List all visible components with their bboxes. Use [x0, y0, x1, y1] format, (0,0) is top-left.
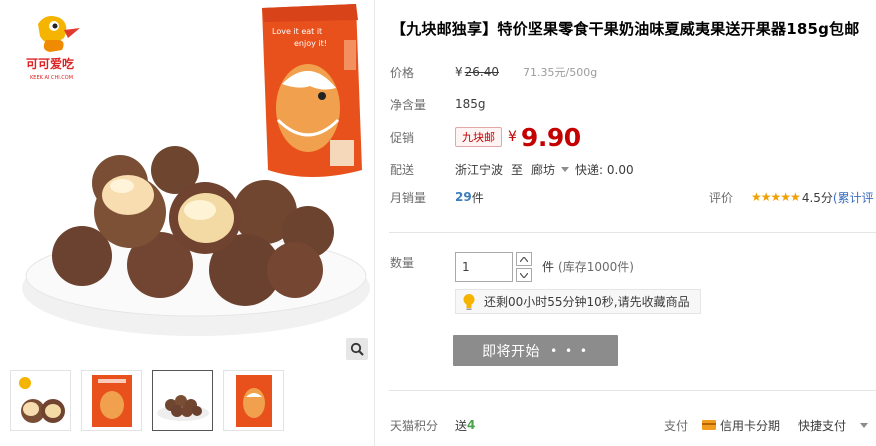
coming-soon-label: 即将开始 [482, 343, 541, 360]
promo-row: 促销 九块邮 ¥ 9.90 [390, 121, 876, 153]
zoom-icon[interactable] [346, 338, 368, 360]
thumbnail-strip [10, 370, 370, 446]
quantity-row: 数量 件 (库存1000件) [390, 252, 876, 282]
ship-to-select[interactable]: 廊坊 [531, 161, 575, 178]
shipping-fee: 快递: 0.00 [575, 162, 634, 177]
product-gallery: 可可爱吃 KEEK AI CHI.COM Love it eat it enjo… [0, 0, 374, 446]
quick-pay-option[interactable]: 快捷支付 [798, 417, 846, 434]
shipping-label: 配送 [390, 162, 415, 177]
countdown-reminder: 还剩00小时55分钟10秒,请先收藏商品 [455, 289, 701, 314]
thumbnail-1[interactable] [10, 370, 71, 431]
quantity-stepper [516, 252, 532, 282]
thumbnail-3[interactable] [152, 370, 213, 431]
monthly-sales-row: 月销量 29 件 评价 ★★★★★ 4.5分 (累计评 [390, 186, 876, 208]
shipping-row: 配送 浙江宁波 至 廊坊 快递: 0.00 [390, 158, 876, 180]
svg-text:可可爱吃: 可可爱吃 [26, 56, 74, 71]
ship-to-word: 至 [511, 162, 524, 177]
chevron-up-icon [520, 256, 528, 262]
price-row: 价格 ¥ 26.40 71.35元/500g [390, 61, 876, 83]
divider [389, 390, 876, 391]
stock-count: (库存1000件) [558, 260, 634, 274]
price-label: 价格 [390, 65, 415, 80]
rating-label: 评价 [709, 190, 734, 205]
main-product-image[interactable]: 可可爱吃 KEEK AI CHI.COM Love it eat it enjo… [10, 0, 370, 364]
product-details: 【九块邮独享】特价坚果零食干果奶油味夏威夷果送开果器185g包邮 价格 ¥ 26… [375, 0, 876, 446]
original-price: 26.40 [464, 65, 499, 79]
payment-options: 支付 信用卡分期 快捷支付 [664, 417, 874, 434]
rating-score: 4.5分 [801, 190, 833, 205]
points-row: 天猫积分 送 4 支付 信用卡分期 快捷支付 [390, 414, 876, 436]
quantity-label: 数量 [390, 256, 415, 270]
svg-text:KEEK AI CHI.COM: KEEK AI CHI.COM [30, 75, 73, 81]
countdown-text: 还剩00小时55分钟10秒,请先收藏商品 [484, 295, 690, 309]
quantity-decrease-button[interactable] [516, 268, 532, 282]
promo-label: 促销 [390, 130, 415, 145]
product-title: 【九块邮独享】特价坚果零食干果奶油味夏威夷果送开果器185g包邮 [391, 20, 860, 38]
rating-stars: ★★★★★ [751, 190, 801, 204]
thumbnail-4[interactable] [223, 370, 284, 431]
net-weight-value: 185g [455, 97, 486, 111]
points-prefix: 送 [455, 418, 468, 433]
quantity-unit: 件 [542, 260, 555, 274]
monthly-sales-unit: 件 [471, 190, 484, 205]
coming-soon-dots: • • • [550, 343, 589, 358]
promo-price: 9.90 [520, 122, 581, 152]
quantity-increase-button[interactable] [516, 252, 532, 266]
lightbulb-icon [462, 293, 476, 311]
divider [389, 232, 876, 233]
svg-text:Love it eat it: Love it eat it [272, 27, 322, 36]
product-bag: Love it eat it enjoy it! [262, 4, 362, 177]
points-label: 天猫积分 [390, 418, 439, 433]
unit-price: 71.35元/500g [523, 66, 598, 79]
monthly-sales-label: 月销量 [390, 190, 427, 205]
svg-text:enjoy it!: enjoy it! [294, 39, 327, 48]
net-weight-label: 净含量 [390, 97, 427, 112]
net-weight-row: 净含量 185g [390, 93, 876, 115]
credit-card-icon [702, 420, 717, 430]
points-value: 4 [467, 418, 476, 432]
ship-to: 廊坊 [531, 162, 556, 177]
quantity-input[interactable] [455, 252, 513, 282]
payment-label: 支付 [664, 418, 689, 433]
ship-from: 浙江宁波 [455, 162, 504, 177]
original-price-currency: ¥ [455, 65, 463, 79]
chevron-down-icon [561, 166, 570, 172]
rating: 评价 ★★★★★ 4.5分 (累计评 [709, 189, 874, 206]
coming-soon-button[interactable]: 即将开始 • • • [453, 335, 618, 366]
promo-price-currency: ¥ [508, 129, 517, 145]
thumbnail-2[interactable] [81, 370, 142, 431]
credit-card-installment-link[interactable]: 信用卡分期 [720, 417, 780, 434]
cumulative-reviews-link[interactable]: (累计评 [833, 189, 874, 206]
chevron-down-icon[interactable] [860, 422, 869, 428]
monthly-sales-count: 29 [455, 190, 472, 204]
promo-tag: 九块邮 [455, 127, 502, 147]
brand-logo: 可可爱吃 KEEK AI CHI.COM [26, 16, 80, 81]
chevron-down-icon [520, 272, 528, 278]
